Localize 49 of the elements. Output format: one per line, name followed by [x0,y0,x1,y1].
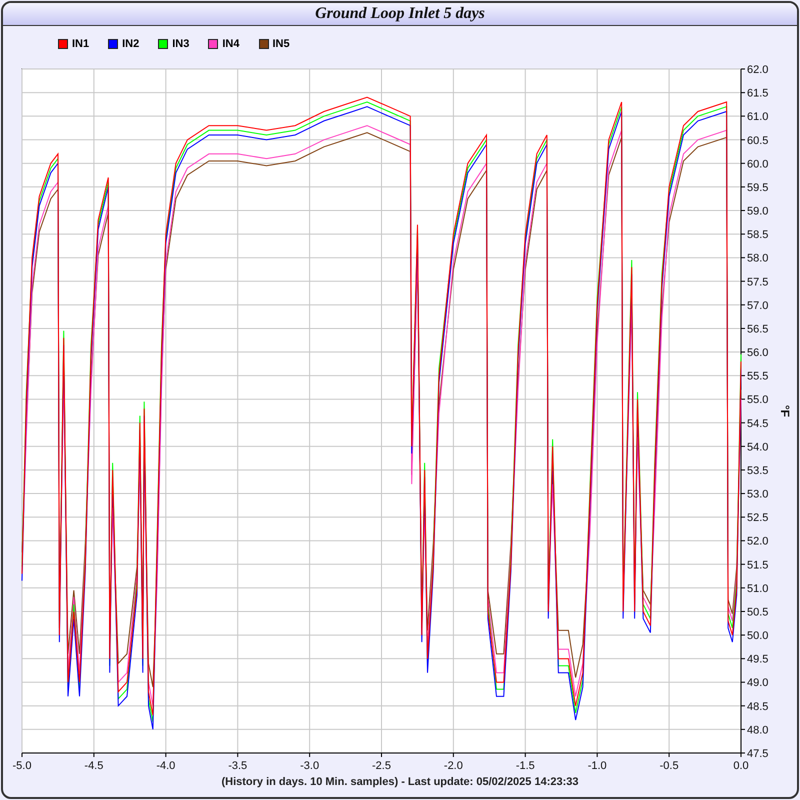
legend-label: IN1 [72,38,90,50]
x-axis-caption: (History in days. 10 Min. samples) - Last update: 05/02/2025 14:23:33 [221,776,579,788]
legend-label: IN2 [122,38,140,50]
tick-label: 54.5 [747,418,768,430]
tick-label: -3.0 [300,760,320,772]
tick-label: 59.0 [747,206,768,218]
tick-label: 52.0 [747,536,768,548]
tick-label: -2.0 [444,760,463,772]
tick-label: 50.5 [747,606,768,618]
tick-label: 52.5 [747,512,768,524]
tick-label: 49.5 [747,654,768,666]
tick-label: 62.0 [747,64,768,76]
tick-label: 58.0 [747,252,768,265]
tick-label: 50.0 [747,630,768,642]
tick-label: 57.0 [747,300,768,312]
tick-label: 51.5 [747,559,768,572]
tick-label: 49.0 [747,677,768,690]
tick-label: -3.5 [228,760,248,772]
tick-label: 48.5 [747,700,768,713]
legend-label: IN5 [272,38,290,50]
tick-label: -1.0 [588,760,607,772]
tick-label: 57.5 [747,276,768,288]
tick-label: 61.0 [747,111,768,124]
tick-label: -4.0 [156,760,176,772]
legend-label: IN3 [172,38,190,50]
legend-label: IN4 [222,38,240,50]
tick-label: 51.0 [747,582,768,595]
tick-label: 61.5 [747,88,768,100]
axis-title: °F [778,404,792,418]
tick-label: 48.0 [747,724,768,736]
tick-label: 60.0 [747,158,768,170]
tick-label: 53.0 [747,488,768,501]
tick-label: -5.0 [12,760,32,772]
tick-label: 58.5 [747,229,768,242]
tick-label: 55.5 [747,370,768,383]
chart-title: Ground Loop Inlet 5 days [3,3,797,26]
tick-label: -0.5 [660,760,679,772]
tick-label: -1.5 [516,760,535,772]
tick-label: 60.5 [747,134,768,147]
tick-label: 53.5 [747,464,768,477]
tick-label: 0.0 [733,760,749,772]
tick-label: 47.5 [747,748,768,760]
tick-label: 59.5 [747,182,768,194]
tick-label: 54.0 [747,441,768,454]
tick-label: -2.5 [372,760,391,772]
tick-label: 56.0 [747,347,768,360]
tick-label: -4.5 [84,760,104,772]
tick-label: 56.5 [747,323,768,336]
tick-label: 55.0 [747,394,768,406]
